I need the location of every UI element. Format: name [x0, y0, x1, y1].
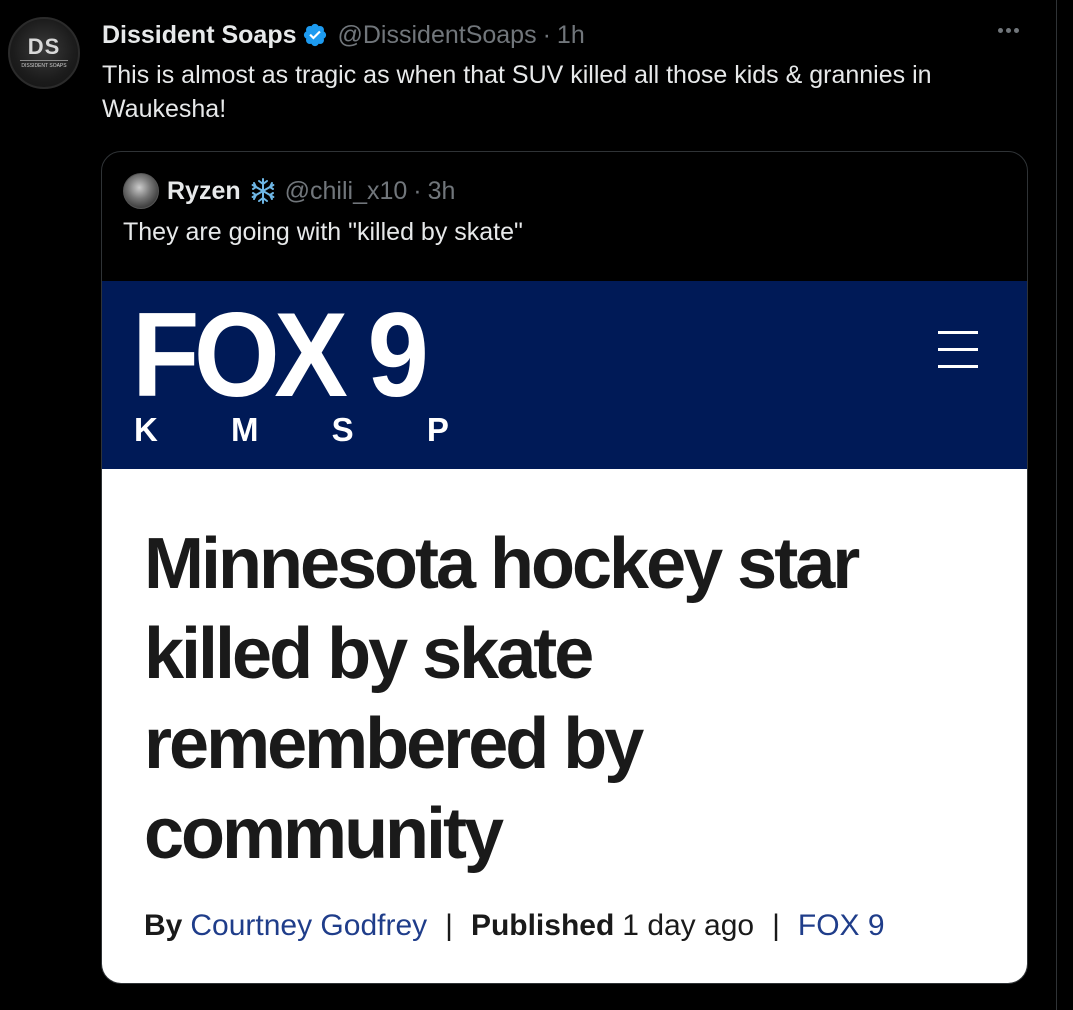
byline-source: FOX 9	[797, 909, 885, 942]
verified-badge-icon[interactable]	[302, 22, 328, 48]
quoted-tweet-text: They are going with "killed by skate"	[123, 218, 523, 246]
byline-divider: |	[445, 909, 453, 942]
tweet-text: This is almost as tragic as when that SU…	[102, 61, 932, 123]
more-options-icon[interactable]	[998, 28, 1019, 33]
fox9-logo-text: FOX 9	[132, 288, 429, 422]
byline-divider-2: |	[772, 909, 780, 942]
quoted-display-name: Ryzen	[167, 176, 241, 205]
quoted-tweet-card[interactable]: Ryzen @chili_x10 · 3h They are going wit…	[101, 151, 1028, 984]
tweet-header: Dissident Soaps @DissidentSoaps · 1h	[102, 20, 585, 50]
avatar-subtext: DISSIDENT SOAPS	[20, 60, 68, 69]
user-handle[interactable]: @DissidentSoaps	[338, 21, 537, 50]
quoted-separator-dot: ·	[413, 176, 422, 205]
byline-author: Courtney Godfrey	[190, 909, 428, 942]
quoted-avatar	[123, 173, 159, 209]
hamburger-menu-icon	[938, 331, 978, 369]
fox9-header-bar: FOX 9 K M S P	[102, 281, 1027, 469]
separator-dot: ·	[542, 20, 551, 49]
timestamp[interactable]: 1h	[557, 21, 585, 50]
avatar[interactable]: DS DISSIDENT SOAPS	[8, 17, 80, 89]
article-screenshot[interactable]: FOX 9 K M S P Minnesota hockey star kill…	[102, 281, 1027, 983]
display-name[interactable]: Dissident Soaps	[102, 21, 297, 50]
fox9-logo: FOX 9 K M S P	[132, 288, 481, 449]
avatar-initials: DS	[27, 34, 61, 59]
byline-by-label: By	[144, 909, 183, 942]
byline-published-time: 1 day ago	[622, 909, 755, 942]
byline-published-label: Published	[470, 909, 615, 942]
quoted-tweet-header: Ryzen @chili_x10 · 3h	[123, 173, 456, 209]
timeline-border	[1056, 0, 1057, 1010]
article-headline: Minnesota hockey star killed by skate re…	[144, 524, 860, 874]
article-byline: By Courtney Godfrey | Published 1 day ag…	[144, 909, 885, 943]
quoted-user-handle: @chili_x10	[284, 176, 408, 205]
snowflake-icon	[249, 177, 277, 205]
quoted-timestamp: 3h	[427, 176, 456, 205]
